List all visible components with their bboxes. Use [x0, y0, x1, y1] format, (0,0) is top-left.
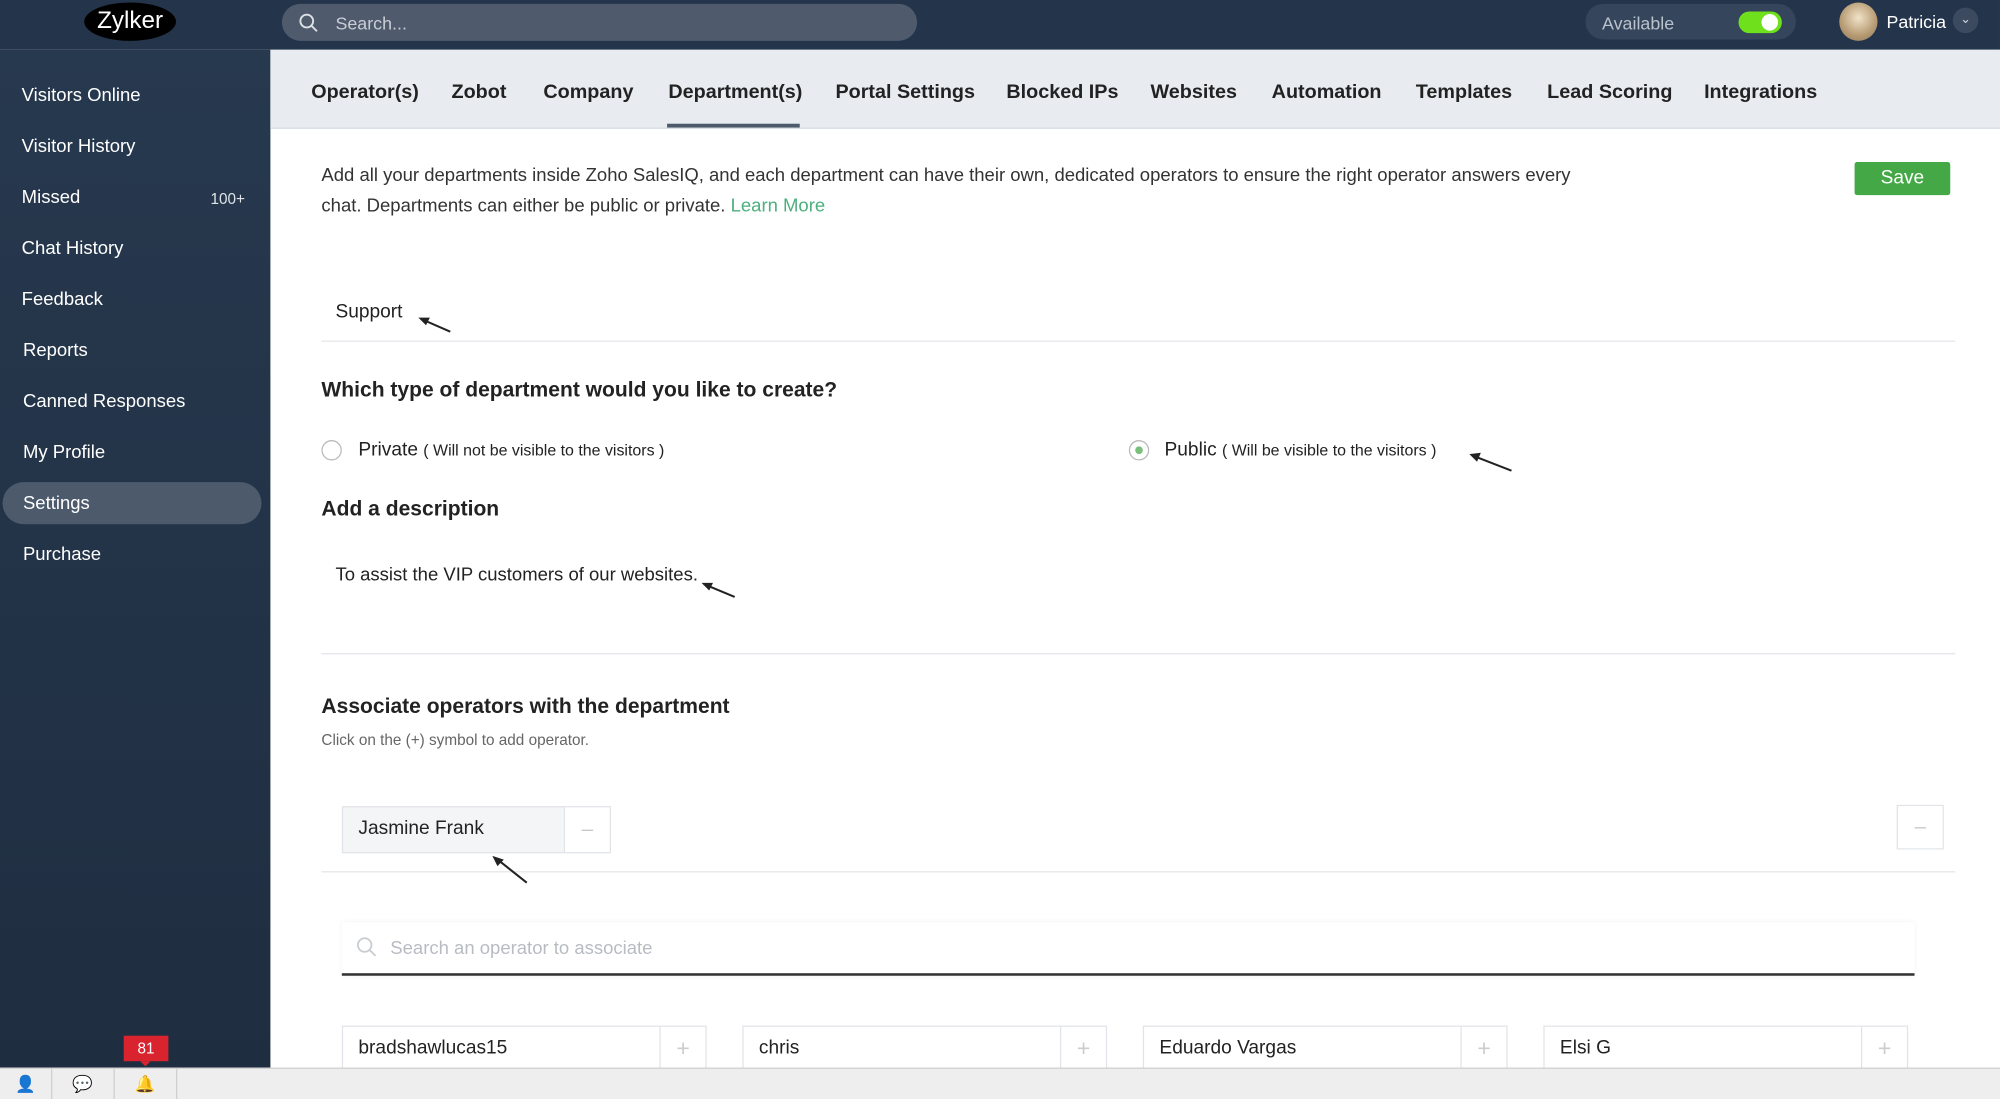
- sidebar-item-missed[interactable]: Missed: [22, 187, 81, 207]
- operator-card: chris +: [742, 1025, 1108, 1072]
- sidebar-item-reports[interactable]: Reports: [23, 341, 88, 361]
- operator-search-placeholder: Search an operator to associate: [390, 938, 653, 960]
- private-note: ( Will not be visible to the visitors ): [423, 441, 665, 460]
- public-radio[interactable]: [1128, 440, 1150, 461]
- status-label: Available: [1602, 12, 1675, 34]
- minus-icon: –: [1897, 806, 1943, 849]
- private-radio[interactable]: [321, 440, 342, 461]
- tab-blocked-ips[interactable]: Blocked IPs: [1006, 82, 1118, 105]
- operator-name: Eduardo Vargas: [1159, 1036, 1297, 1059]
- logo[interactable]: Zylker: [84, 2, 177, 41]
- selected-operator-chip: Jasmine Frank –: [341, 806, 611, 854]
- annotation-arrow-icon: [418, 317, 451, 333]
- divider: [321, 340, 1956, 342]
- learn-more-link[interactable]: Learn More: [731, 196, 826, 216]
- sidebar-item-canned-responses[interactable]: Canned Responses: [23, 392, 185, 412]
- intro-text: chat. Departments can either be public o…: [321, 196, 726, 217]
- type-question-heading: Which type of department would you like …: [321, 378, 838, 402]
- tab-automation[interactable]: Automation: [1272, 82, 1382, 105]
- top-bar: Zylker Search... Available Patricia ⌄: [0, 0, 2000, 50]
- tab-company[interactable]: Company: [543, 82, 633, 105]
- public-label[interactable]: Public: [1165, 439, 1217, 461]
- sidebar-item-visitors-online[interactable]: Visitors Online: [22, 85, 141, 105]
- remove-all-button[interactable]: –: [1896, 804, 1944, 850]
- notification-count-badge: 81: [123, 1035, 169, 1067]
- bottom-bar: 👤 💬 🔔: [0, 1067, 2000, 1099]
- chevron-down-icon[interactable]: ⌄: [1952, 7, 1979, 34]
- divider: [321, 871, 1956, 873]
- associate-hint: Click on the (+) symbol to add operator.: [321, 730, 590, 749]
- tab-integrations[interactable]: Integrations: [1704, 82, 1817, 105]
- public-note: ( Will be visible to the visitors ): [1221, 441, 1437, 460]
- operator-name: Elsi G: [1559, 1036, 1611, 1059]
- annotation-arrow-icon: [701, 582, 736, 598]
- tab-zobot[interactable]: Zobot: [452, 82, 507, 105]
- private-label[interactable]: Private: [358, 439, 418, 461]
- operator-search-input[interactable]: Search an operator to associate: [341, 922, 1915, 976]
- annotation-arrow-icon: [1469, 452, 1512, 472]
- operator-card: bradshawlucas15 +: [341, 1025, 707, 1072]
- intro-text-line1: Add all your departments inside Zoho Sal…: [321, 165, 1571, 187]
- description-textarea[interactable]: To assist the VIP customers of our websi…: [335, 565, 698, 585]
- settings-tabs: Operator(s) Zobot Company Department(s) …: [270, 49, 2000, 129]
- bell-icon[interactable]: 🔔: [114, 1068, 178, 1099]
- intro-text-line2: chat. Departments can either be public o…: [321, 196, 825, 216]
- operator-name: chris: [758, 1036, 800, 1059]
- user-name[interactable]: Patricia: [1886, 11, 1946, 31]
- availability-status: Available: [1585, 3, 1796, 40]
- tab-operators[interactable]: Operator(s): [311, 82, 419, 105]
- add-operator-button[interactable]: +: [1460, 1026, 1506, 1071]
- sidebar-item-chat-history[interactable]: Chat History: [22, 239, 124, 259]
- sidebar-item-settings[interactable]: Settings: [23, 494, 90, 514]
- save-button[interactable]: Save: [1854, 161, 1951, 196]
- department-name-input[interactable]: Support: [335, 301, 402, 323]
- active-tab-indicator: [667, 123, 800, 128]
- sidebar-item-my-profile[interactable]: My Profile: [23, 443, 105, 463]
- sidebar-item-feedback[interactable]: Feedback: [22, 290, 103, 310]
- selected-operator-name: Jasmine Frank: [358, 817, 484, 840]
- add-operator-button[interactable]: +: [1860, 1026, 1907, 1071]
- search-icon: [299, 13, 318, 32]
- app: Zylker Search... Available Patricia ⌄ Vi…: [0, 0, 2000, 1099]
- divider: [321, 653, 1956, 655]
- operator-name: bradshawlucas15: [358, 1036, 508, 1059]
- add-operator-button[interactable]: +: [659, 1026, 705, 1071]
- tab-websites[interactable]: Websites: [1151, 82, 1237, 105]
- tab-departments[interactable]: Department(s): [668, 82, 802, 105]
- avatar[interactable]: [1839, 2, 1878, 41]
- tab-lead-scoring[interactable]: Lead Scoring: [1547, 82, 1672, 105]
- annotation-arrow-icon: [492, 855, 528, 884]
- remove-operator-button[interactable]: –: [563, 807, 610, 853]
- description-heading: Add a description: [321, 497, 500, 521]
- sidebar-item-purchase[interactable]: Purchase: [23, 545, 101, 565]
- sidebar-item-visitor-history[interactable]: Visitor History: [22, 136, 136, 156]
- operator-card: Elsi G +: [1543, 1025, 1909, 1072]
- tab-portal-settings[interactable]: Portal Settings: [835, 82, 975, 105]
- add-operator-button[interactable]: +: [1059, 1026, 1106, 1071]
- missed-count-badge: 100+: [210, 190, 245, 208]
- tab-templates[interactable]: Templates: [1416, 82, 1512, 105]
- availability-toggle[interactable]: [1738, 11, 1782, 34]
- global-search-input[interactable]: Search...: [281, 3, 918, 41]
- search-icon: [357, 937, 377, 957]
- search-placeholder: Search...: [335, 12, 407, 34]
- operator-card: Eduardo Vargas +: [1142, 1025, 1508, 1072]
- sidebar: Visitors Online Visitor History Missed 1…: [0, 49, 271, 1068]
- chats-icon[interactable]: 💬: [51, 1068, 115, 1099]
- associate-heading: Associate operators with the department: [321, 695, 730, 719]
- visitors-icon[interactable]: 👤: [0, 1068, 53, 1099]
